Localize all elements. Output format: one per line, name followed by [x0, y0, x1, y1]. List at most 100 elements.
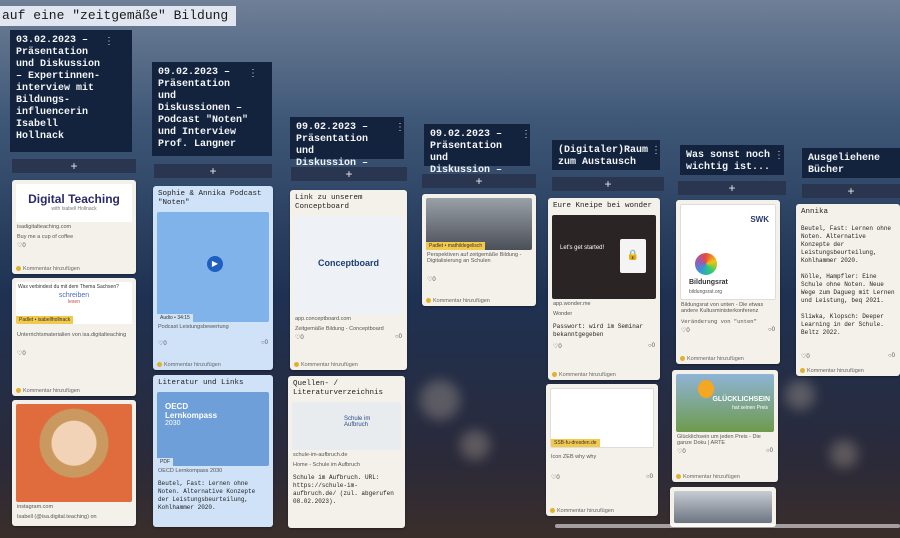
post-card-tu-dresden[interactable]: SSB-fu-dresden.de Icon ZEB why why ♡0 ○0 …: [546, 384, 658, 516]
play-icon[interactable]: ▶: [207, 256, 223, 272]
add-post-button[interactable]: +: [552, 177, 664, 191]
link-url[interactable]: app.wonder.me: [548, 299, 660, 309]
bildungsrat-url: bildungsrat.org: [689, 289, 723, 295]
post-card-quellen[interactable]: Quellen- / Literaturverzeichnis Schule i…: [288, 376, 405, 528]
post-card-conceptboard[interactable]: Link zu unserem Conceptboard Conceptboar…: [290, 190, 407, 370]
like-count[interactable]: ♡0: [12, 350, 136, 357]
add-comment[interactable]: Kommentar hinzufügen: [157, 362, 269, 368]
book-title-line: OECD: [165, 402, 189, 411]
link-description: Zeitgemäße Bildung - Conceptboard: [295, 326, 384, 332]
add-comment[interactable]: Kommentar hinzufügen: [16, 266, 132, 272]
like-count[interactable]: ♡0 ○0: [548, 343, 660, 350]
comment-count[interactable]: ○0: [766, 448, 773, 454]
link-url[interactable]: schule-im-aufbruch.de: [288, 450, 405, 460]
padlet-badge: Padlet • isabellhollnack: [16, 316, 74, 324]
link-preview: Bildungsrat bildungsrat.org SWK: [680, 204, 776, 300]
link-description: Bildungsrat von unten - Die etwas andere…: [681, 302, 764, 314]
post-card-digital-teaching[interactable]: Digital Teaching with Isabell Hollnack i…: [12, 180, 136, 274]
post-title: Literatur und Links: [158, 379, 244, 387]
post-card-perspektiven[interactable]: Padlet • mathildegelisch Perspektiven au…: [422, 194, 536, 306]
comment-count[interactable]: ○0: [646, 474, 653, 480]
like-value: 0: [686, 328, 690, 334]
post-title: Eure Kneipe bei wonder: [553, 202, 653, 210]
post-card-padlet-sachsen[interactable]: Was verbindest du mit dem Thema Sachsen?…: [12, 278, 136, 396]
like-count[interactable]: ♡0 ○0: [672, 448, 778, 455]
like-value: 0: [558, 344, 562, 350]
book-title-line: Lernkompass: [165, 411, 218, 420]
link-description: Icon ZEB why why: [551, 454, 597, 460]
column-menu-icon[interactable]: ⋮: [651, 145, 661, 156]
post-card-partial[interactable]: [670, 487, 776, 527]
post-body: Schule im Aufbruch. URL: https://schule-…: [293, 474, 394, 505]
add-post-button[interactable]: +: [12, 159, 136, 173]
comment-count[interactable]: ○0: [888, 353, 895, 359]
add-post-button[interactable]: +: [154, 164, 272, 178]
column-menu-icon[interactable]: ⋮: [104, 36, 114, 47]
post-card-wonder[interactable]: Eure Kneipe bei wonder Let's get started…: [548, 198, 660, 380]
add-comment[interactable]: Kommentar hinzufügen: [680, 356, 776, 362]
like-count[interactable]: ♡0: [12, 242, 136, 249]
link-description: Home - Schule im Aufbruch: [293, 462, 360, 468]
column-header-6[interactable]: Was sonst noch wichtig ist...: [680, 145, 784, 175]
like-count[interactable]: ♡0 ○0: [546, 474, 658, 481]
horizontal-scrollbar[interactable]: [555, 524, 900, 528]
add-comment[interactable]: Kommentar hinzufügen: [552, 372, 656, 378]
add-post-button[interactable]: +: [291, 167, 407, 181]
link-badge: SSB-fu-dresden.de: [551, 439, 600, 447]
add-comment[interactable]: Kommentar hinzufügen: [550, 508, 654, 514]
comment-count[interactable]: ○0: [768, 327, 775, 333]
add-post-button[interactable]: +: [678, 181, 786, 195]
column-menu-icon[interactable]: ⋮: [521, 129, 531, 140]
avatar: [800, 368, 805, 374]
comment-count[interactable]: ○0: [648, 343, 655, 349]
post-card-podcast-noten[interactable]: Sophie & Annika Podcast "Noten" ▶ Audio …: [153, 186, 273, 370]
comment-count[interactable]: ○0: [261, 340, 268, 346]
column-header-4[interactable]: 09.02.2023 – Präsentation und Diskussion…: [424, 124, 530, 176]
column-header-1[interactable]: 03.02.2023 – Präsentation und Diskussion…: [10, 30, 132, 152]
link-preview: Let's get started! 🔒: [552, 215, 656, 299]
column-menu-icon[interactable]: ⋮: [248, 68, 258, 79]
link-preview: Padlet • mathildegelisch: [426, 198, 532, 250]
audio-player[interactable]: ▶ Audio • 34:15: [157, 212, 269, 322]
link-preview: Digital Teaching with Isabell Hollnack: [16, 184, 132, 222]
like-count[interactable]: ♡0: [422, 276, 536, 283]
like-count[interactable]: ♡0 ○0: [153, 340, 273, 347]
add-comment[interactable]: Kommentar hinzufügen: [16, 388, 132, 394]
column-header-7[interactable]: Ausgeliehene Bücher: [802, 148, 900, 178]
post-title: Sophie & Annika Podcast "Noten": [158, 190, 262, 207]
comment-value: 0: [398, 334, 402, 340]
avatar: [550, 508, 555, 514]
post-card-literatur-links[interactable]: Literatur und Links OECD Lernkompass 203…: [153, 375, 273, 527]
column-menu-icon[interactable]: ⋮: [395, 122, 405, 133]
like-count[interactable]: ♡0 ○0: [290, 334, 407, 341]
post-card-annika-buecher[interactable]: Annika Beutel, Fast: Lernen ohne Noten. …: [796, 204, 900, 376]
add-comment[interactable]: Kommentar hinzufügen: [800, 368, 896, 374]
pdf-preview: OECD Lernkompass 2030 PDF: [157, 392, 269, 466]
column-menu-icon[interactable]: ⋮: [774, 150, 784, 161]
audio-badge: Audio • 34:15: [157, 314, 193, 322]
add-comment-label: Kommentar hinzufügen: [559, 372, 616, 378]
add-comment[interactable]: Kommentar hinzufügen: [294, 362, 403, 368]
like-count[interactable]: ♡0 ○0: [796, 353, 900, 360]
comment-value: 0: [891, 353, 895, 359]
logo-subtitle: with Isabell Hollnack: [51, 206, 97, 212]
link-url[interactable]: app.conceptboard.com: [290, 314, 407, 324]
link-url[interactable]: isadigitalteaching.com: [12, 222, 136, 232]
post-card-instagram[interactable]: instagram.com Isabell (@isa.digital.teac…: [12, 400, 136, 526]
post-card-bildungsrat[interactable]: Bildungsrat bildungsrat.org SWK Bildungs…: [676, 200, 780, 364]
comment-count[interactable]: ○0: [395, 334, 402, 340]
link-description: Podcast Leistungsbewertung: [158, 324, 229, 330]
add-comment[interactable]: Kommentar hinzufügen: [426, 298, 532, 304]
comment-value: 0: [769, 448, 773, 454]
column-header-3[interactable]: 09.02.2023 – Präsentation und Diskussion…: [290, 117, 404, 169]
like-count[interactable]: ♡0 ○0: [676, 327, 780, 334]
add-post-button[interactable]: +: [802, 184, 900, 198]
post-card-gluecklichsein[interactable]: GLÜCKLICHSEIN hat seinen Preis Glücklich…: [672, 370, 778, 482]
post-title: Link zu unserem Conceptboard: [295, 194, 363, 211]
add-comment[interactable]: Kommentar hinzufügen: [676, 474, 774, 480]
comment-value: 0: [649, 474, 653, 480]
link-url[interactable]: instagram.com: [12, 502, 136, 512]
post-body: Passwort: wird im Seminar bekanntgegeben: [553, 323, 644, 338]
add-post-button[interactable]: +: [422, 174, 536, 188]
column-header-5[interactable]: (Digitaler)Raum zum Austausch: [552, 140, 660, 170]
